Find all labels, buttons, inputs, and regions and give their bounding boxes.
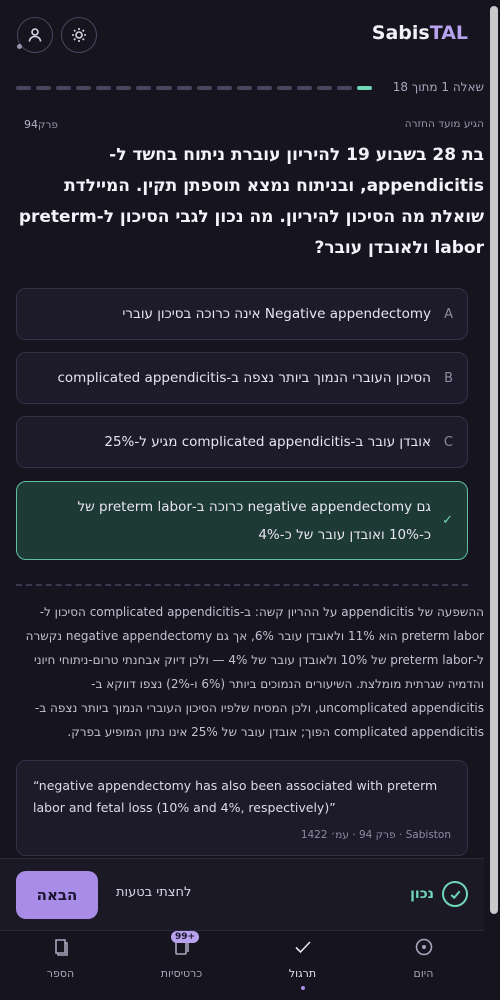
- book-icon: [54, 939, 68, 956]
- option-letter: A: [444, 306, 453, 322]
- progress-segment: [156, 86, 172, 90]
- status-label: נכון: [410, 886, 434, 902]
- progress-segment: [76, 86, 92, 90]
- quote-text: “negative appendectomy has also been ass…: [33, 778, 438, 815]
- question-text: בת 28 בשבוע 19 להיריון עוברת ניתוח בחשד …: [18, 145, 484, 258]
- question-meta: הגיע מועד החזרה פרק94: [16, 118, 484, 134]
- nav-label: כרטיסיות: [160, 967, 203, 980]
- answer-action-bar: הבאה לחצתי בטעות נכון: [0, 858, 484, 930]
- nav-item-today[interactable]: היום: [363, 931, 484, 1000]
- option-letter: B: [444, 370, 453, 386]
- source-quote-card: “negative appendectomy has also been ass…: [16, 760, 468, 856]
- theme-toggle-button[interactable]: [61, 17, 97, 53]
- target-icon: [415, 938, 432, 956]
- divider: [16, 584, 468, 586]
- user-icon: [28, 28, 42, 42]
- answer-option-b[interactable]: B הסיכון העוברי הנמוך ביותר נצפה ב-compl…: [16, 352, 468, 404]
- answer-option-d-correct[interactable]: ✓ גם negative appendectomy כרוכה ב-prete…: [16, 481, 468, 560]
- explanation-text: ההשפעה של appendicitis על ההריון קשה: ב-…: [25, 605, 484, 739]
- progress-segment: [216, 86, 232, 90]
- scrollbar[interactable]: [490, 6, 498, 914]
- progress-label: שאלה 1 מתוך 18: [392, 80, 484, 94]
- progress-segment: [357, 86, 373, 90]
- progress-segment: [256, 86, 272, 90]
- option-text: Negative appendectomy אינה כרוכה בסיכון …: [122, 306, 431, 322]
- bottom-navigation: הספר 99+ כרטיסיות תרגול היום: [0, 930, 484, 1000]
- progress-segment: [196, 86, 212, 90]
- active-indicator: [300, 986, 305, 990]
- progress-segment: [116, 86, 132, 90]
- sun-icon: [72, 28, 86, 42]
- question-progress-bar: [16, 86, 373, 90]
- nav-item-cards[interactable]: 99+ כרטיסיות: [121, 931, 242, 1000]
- check-circle-icon: [442, 881, 468, 907]
- progress-segment: [296, 86, 312, 90]
- check-icon: [294, 941, 311, 954]
- progress-segment: [276, 86, 292, 90]
- header: SabisTAL: [0, 0, 484, 72]
- answer-option-a[interactable]: A Negative appendectomy אינה כרוכה בסיכו…: [16, 288, 468, 340]
- nav-label: תרגול: [288, 967, 317, 980]
- answer-option-c[interactable]: C אובדן עובר ב-complicated appendicitis …: [16, 416, 468, 468]
- review-due-label: הגיע מועד החזרה: [404, 118, 484, 130]
- option-letter: C: [443, 434, 453, 450]
- progress-segment: [36, 86, 52, 90]
- progress-segment: [176, 86, 192, 90]
- nav-label: הספר: [46, 967, 75, 980]
- next-button[interactable]: הבאה: [16, 871, 98, 919]
- progress-segment: [136, 86, 152, 90]
- option-text: הסיכון העוברי הנמוך ביותר נצפה ב-complic…: [57, 370, 431, 386]
- progress-segment: [56, 86, 72, 90]
- nav-item-book[interactable]: הספר: [0, 931, 121, 1000]
- progress-segment: [16, 86, 32, 90]
- quote-source: Sabiston · פרק 94 · עמ׳ 1422: [300, 829, 451, 841]
- progress-segment: [236, 86, 252, 90]
- option-text: גם negative appendectomy כרוכה ב-preterm…: [77, 498, 431, 543]
- clicked-by-mistake-button[interactable]: לחצתי בטעות: [116, 885, 191, 900]
- app-logo: SabisTAL: [371, 22, 468, 44]
- check-icon: ✓: [442, 513, 453, 528]
- progress-segment: [316, 86, 332, 90]
- notification-dot: [17, 44, 22, 49]
- progress-segment: [337, 86, 353, 90]
- cards-count-badge: 99+: [171, 931, 200, 943]
- nav-label: היום: [413, 967, 434, 980]
- nav-item-practice[interactable]: תרגול: [242, 931, 363, 1000]
- chapter-reference: פרק94: [24, 118, 58, 131]
- answer-status: נכון: [410, 881, 468, 907]
- profile-button[interactable]: [17, 17, 53, 53]
- progress-segment: [96, 86, 112, 90]
- option-text: אובדן עובר ב-complicated appendicitis מג…: [104, 434, 431, 450]
